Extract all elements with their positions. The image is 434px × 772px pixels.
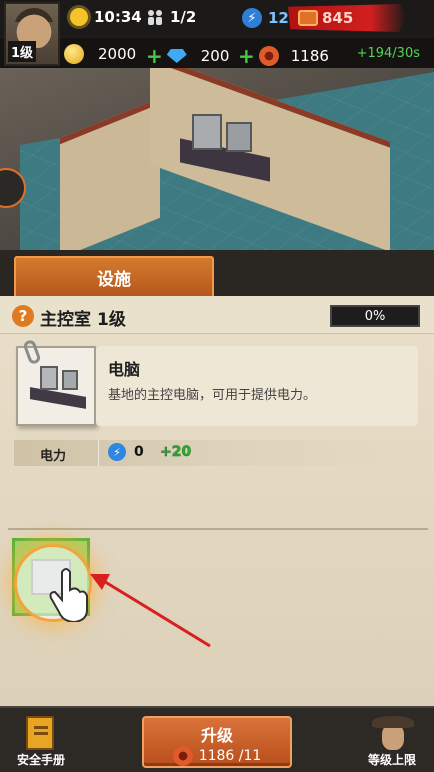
add-parts-icon[interactable]: +	[238, 44, 255, 68]
player-avatar[interactable]: 1级	[4, 2, 60, 66]
paperclip-icon	[22, 338, 42, 366]
stat-divider	[98, 440, 99, 466]
power-bonus: +20	[160, 444, 192, 461]
upgrade-button[interactable]: 升级 1186 /11	[142, 716, 292, 768]
power-label: 电力	[40, 449, 67, 464]
item-name: 电脑	[108, 360, 141, 379]
room-progress-bar: 0%	[330, 305, 420, 327]
manual-label: 安全手册	[16, 753, 65, 767]
income-rate: +194/30s	[356, 46, 420, 61]
player-level: 1级	[8, 41, 37, 62]
parts-resource[interactable]: + 1186	[238, 44, 329, 68]
upgrade-cost-text: 1186 /11	[198, 748, 262, 764]
gem-amount: 200	[200, 47, 230, 65]
upgrade-cost: 1186 /11	[144, 746, 290, 766]
thumb-desk	[30, 387, 86, 409]
ticket-count: 845	[322, 9, 354, 27]
room-scene[interactable]	[0, 68, 434, 250]
add-gems-icon[interactable]: +	[146, 44, 163, 68]
lightning-icon: ⚡	[242, 8, 262, 28]
thumb-pc	[40, 366, 58, 390]
thumb-monitor	[62, 370, 78, 390]
room-level: 1级	[97, 310, 126, 330]
coin-amount: 2000	[98, 45, 137, 63]
tab-facility[interactable]: 设施	[14, 256, 214, 296]
tutorial-arrow-icon	[90, 574, 211, 648]
ticket-icon	[298, 10, 318, 26]
resource-bar: 2000 + 200 + 1186 +194/30s	[0, 38, 434, 68]
gear-part-icon	[172, 746, 193, 766]
population-display[interactable]: 1/2	[146, 8, 196, 26]
facility-panel: ? 主控室 1级 0% 电脑 基地的主控电脑，可用于提供电力。 电力 ⚡ 0 +2…	[0, 296, 434, 706]
upgrade-label: 升级	[200, 726, 233, 745]
top-bar: 10:34 1/2 ⚡ 12 845	[0, 0, 434, 36]
max-level-button[interactable]: 等级上限	[356, 712, 428, 770]
ticket-display[interactable]: 845	[288, 4, 406, 32]
bottom-bar: 安全手册 升级 1186 /11 等级上限	[0, 706, 434, 772]
room-header: ? 主控室 1级 0%	[0, 296, 434, 334]
section-divider	[8, 528, 428, 530]
power-stat-row: 电力 ⚡ 0 +20	[14, 440, 418, 466]
population-text: 1/2	[170, 8, 197, 26]
gear-part-icon	[258, 46, 279, 66]
room-progress-text: 0%	[364, 308, 386, 324]
parts-amount: 1186	[290, 47, 329, 65]
time-text: 10:34	[94, 8, 142, 26]
energy-display[interactable]: ⚡ 12	[242, 8, 289, 28]
question-icon[interactable]: ?	[12, 305, 34, 327]
sun-icon	[70, 8, 88, 26]
energy-text: 12	[268, 9, 289, 27]
computer-monitor	[226, 122, 252, 152]
item-thumbnail	[16, 338, 96, 426]
room-title: 主控室 1级	[40, 305, 126, 330]
item-info-card: 电脑 基地的主控电脑，可用于提供电力。	[96, 346, 418, 426]
item-description: 基地的主控电脑，可用于提供电力。	[108, 388, 317, 403]
book-icon	[26, 716, 54, 750]
gem-resource[interactable]: + 200	[146, 44, 229, 68]
time-display: 10:34	[70, 8, 142, 26]
tab-bar: 设施	[0, 250, 434, 296]
coin-icon	[64, 44, 84, 64]
lightning-icon: ⚡	[108, 443, 126, 461]
power-value: 0	[134, 444, 144, 460]
sheriff-avatar-icon	[372, 714, 414, 752]
people-icon	[148, 10, 162, 25]
room-name: 主控室	[40, 310, 91, 330]
safety-manual-button[interactable]: 安全手册	[6, 712, 76, 770]
computer-tower	[192, 114, 222, 150]
coin-resource[interactable]: 2000	[64, 44, 136, 64]
gem-icon	[166, 49, 187, 63]
max-level-label: 等级上限	[367, 753, 416, 767]
